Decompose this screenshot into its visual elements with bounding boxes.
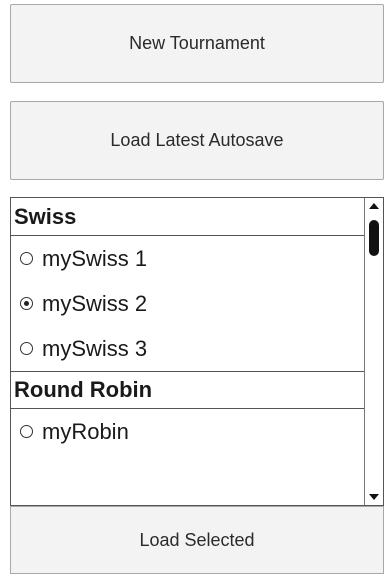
radio-checked-icon[interactable] <box>20 297 33 310</box>
group-header-swiss: Swiss <box>11 198 365 236</box>
radio-unchecked-icon[interactable] <box>20 342 33 355</box>
group-header-round-robin: Round Robin <box>11 371 365 409</box>
saved-tournaments-list-panel: Swiss mySwiss 1 mySwiss 2 mySwiss 3 Roun… <box>10 197 384 506</box>
scrollbar-thumb[interactable] <box>369 220 379 256</box>
load-selected-label: Load Selected <box>139 529 255 550</box>
scroll-up-arrow-icon[interactable] <box>369 203 379 209</box>
list-item-myswiss-1[interactable]: mySwiss 1 <box>11 236 365 281</box>
radio-unchecked-icon[interactable] <box>20 425 33 438</box>
new-tournament-button[interactable]: New Tournament <box>10 4 384 83</box>
group-title: Round Robin <box>14 377 153 402</box>
scroll-down-arrow-icon[interactable] <box>369 494 379 500</box>
list-item-label: mySwiss 3 <box>42 335 148 361</box>
list-item-label: mySwiss 1 <box>42 245 148 271</box>
radio-unchecked-icon[interactable] <box>20 252 33 265</box>
list-item-myswiss-3[interactable]: mySwiss 3 <box>11 326 365 371</box>
list-item-myrobin[interactable]: myRobin <box>11 409 365 454</box>
load-latest-autosave-label: Load Latest Autosave <box>110 130 284 150</box>
list-item-label: myRobin <box>42 418 129 444</box>
load-latest-autosave-button[interactable]: Load Latest Autosave <box>10 101 384 180</box>
new-tournament-label: New Tournament <box>129 33 265 53</box>
list-scrollbar[interactable] <box>364 198 383 505</box>
saved-tournaments-list: Swiss mySwiss 1 mySwiss 2 mySwiss 3 Roun… <box>11 198 365 505</box>
load-selected-button[interactable]: Load Selected <box>10 506 384 574</box>
list-item-label: mySwiss 2 <box>42 290 148 316</box>
group-title: Swiss <box>14 203 77 229</box>
list-item-myswiss-2[interactable]: mySwiss 2 <box>11 281 365 326</box>
